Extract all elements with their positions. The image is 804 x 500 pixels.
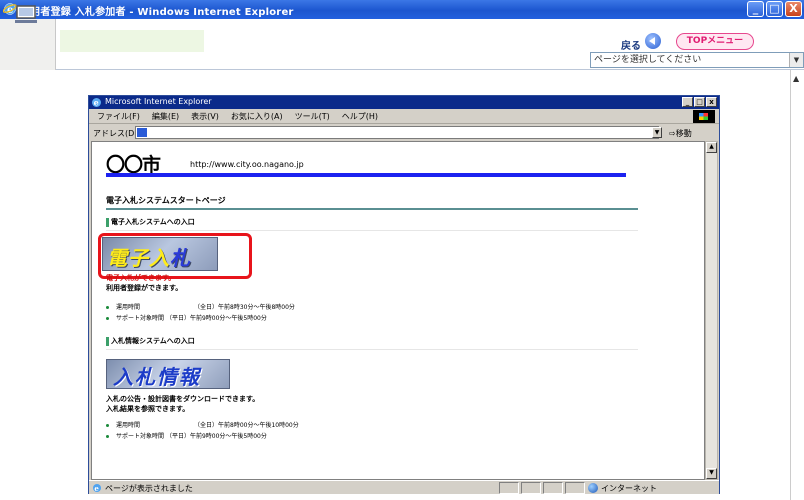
outer-scrollbar[interactable]: ▲ xyxy=(790,70,804,500)
address-bar: アドレス(D) ▼ ⇨移動 xyxy=(89,125,719,140)
e-bidding-hours-list: 運用時間 （全日）午前8時30分～午後8時00分 サポート対象時間 （平日）午前9… xyxy=(106,302,295,324)
bid-info-hours-list: 運用時間 （全日）午前8時00分～午後10時00分 サポート対象時間 （平日）午前… xyxy=(106,420,299,442)
inner-browser-window: e Microsoft Internet Explorer _ □ x ファイル… xyxy=(88,95,720,494)
section-marker xyxy=(106,336,109,346)
inner-menu-bar: ファイル(F) 編集(E) 表示(V) お気に入り(A) ツール(T) ヘルプ(H) xyxy=(89,109,719,124)
bid-info-banner-link[interactable]: 入札情報 xyxy=(106,359,230,389)
scroll-down-icon[interactable]: ▼ xyxy=(706,468,717,479)
monitor-icon xyxy=(15,5,37,23)
address-label: アドレス(D) xyxy=(93,129,138,138)
status-segment xyxy=(565,482,585,494)
section-title-text: 電子入札システムへの入口 xyxy=(111,218,195,226)
site-url: http://www.city.oo.nagano.jp xyxy=(190,160,304,169)
list-item: 運用時間 （全日）午前8時30分～午後8時00分 xyxy=(106,302,295,313)
page-icon xyxy=(137,128,147,137)
hours-value: （全日）午前8時30分～午後8時00分 xyxy=(194,304,295,311)
e-bidding-description-red: 電子入札ができます。 xyxy=(106,274,176,282)
status-segment xyxy=(499,482,519,494)
hours-label: 運用時間 xyxy=(116,422,141,429)
page-select-value: ページを選択してください xyxy=(594,55,702,65)
bullet-icon xyxy=(106,306,109,309)
inner-close-button[interactable]: x xyxy=(706,97,717,107)
section-divider xyxy=(106,349,638,350)
city-logo: 〇〇市 http://www.city.oo.nagano.jp xyxy=(106,150,304,176)
status-segment xyxy=(521,482,541,494)
e-bidding-description: 利用者登録ができます。 xyxy=(106,284,183,292)
menu-item[interactable]: ファイル(F) xyxy=(97,111,140,122)
section-title-e-bidding: 電子入札システムへの入口 xyxy=(106,217,195,227)
svg-text:e: e xyxy=(94,484,99,493)
bid-info-description-1: 入札の公告・設計図書をダウンロードできます。 xyxy=(106,395,260,403)
hours-label: サポート対象時間 xyxy=(116,433,165,440)
bullet-icon xyxy=(106,317,109,320)
inner-window-title: Microsoft Internet Explorer xyxy=(105,97,212,106)
window-title-bar[interactable]: e 利用者登録 入札参加者 - Windows Internet Explore… xyxy=(0,0,804,19)
zone-text: インターネット xyxy=(601,484,657,493)
go-button[interactable]: ⇨移動 xyxy=(669,128,692,139)
section-title-bid-info: 入札情報システムへの入口 xyxy=(106,336,195,346)
menu-item[interactable]: ツール(T) xyxy=(295,111,330,122)
back-label[interactable]: 戻る xyxy=(621,37,641,52)
bid-info-description-2: 入札結果を参照できます。 xyxy=(106,405,190,413)
menu-item[interactable]: 編集(E) xyxy=(152,111,179,122)
globe-icon xyxy=(588,483,598,493)
status-segment xyxy=(543,482,563,494)
bullet-icon xyxy=(106,424,109,427)
close-button[interactable]: X xyxy=(785,1,802,17)
inner-maximize-button[interactable]: □ xyxy=(694,97,705,107)
status-text: ページが表示されました xyxy=(105,484,193,493)
back-arrow-icon[interactable] xyxy=(645,33,661,49)
scroll-up-icon[interactable]: ▲ xyxy=(706,142,717,153)
inner-page-content: 〇〇市 http://www.city.oo.nagano.jp 電子入札システ… xyxy=(91,141,705,480)
internet-explorer-icon: e xyxy=(92,98,101,108)
bullet-icon xyxy=(106,435,109,438)
address-input[interactable] xyxy=(135,126,659,139)
info-area xyxy=(60,30,204,52)
top-menu-button[interactable]: TOPメニュー xyxy=(676,33,754,50)
status-bar: e ページが表示されました インターネット xyxy=(89,480,719,494)
inner-scrollbar[interactable]: ▲ ▼ xyxy=(705,141,718,480)
list-item: サポート対象時間 （平日）午前9時00分～午後5時00分 xyxy=(106,431,299,442)
section-title-text: 入札情報システムへの入口 xyxy=(111,337,195,345)
hours-value: （平日）午前9時00分～午後5時00分 xyxy=(165,315,267,322)
scroll-up-icon[interactable]: ▲ xyxy=(793,74,799,83)
list-item: サポート対象時間 （平日）午前9時00分～午後5時00分 xyxy=(106,313,295,324)
menu-item[interactable]: 表示(V) xyxy=(191,111,219,122)
maximize-button[interactable]: □ xyxy=(766,1,783,17)
hours-value: （全日）午前8時00分～午後10時00分 xyxy=(194,422,299,429)
inner-minimize-button[interactable]: _ xyxy=(682,97,693,107)
menu-item[interactable]: お気に入り(A) xyxy=(231,111,283,122)
windows-logo-icon xyxy=(693,110,715,123)
inner-title-bar: e Microsoft Internet Explorer _ □ x xyxy=(89,96,719,109)
page-heading: 電子入札システムスタートページ xyxy=(106,196,226,205)
page-done-icon: e xyxy=(93,484,101,493)
bid-info-banner-text: 入札情報 xyxy=(113,365,201,389)
minimize-button[interactable]: _ xyxy=(747,1,764,17)
window-title: 利用者登録 入札参加者 - Windows Internet Explorer xyxy=(20,7,294,18)
hours-label: サポート対象時間 xyxy=(116,315,165,322)
section-divider xyxy=(106,230,638,231)
outer-left-panel xyxy=(0,19,56,70)
address-dropdown-icon[interactable]: ▼ xyxy=(652,127,662,138)
page-select[interactable]: ページを選択してください ▼ xyxy=(590,52,804,68)
go-label: 移動 xyxy=(675,129,692,138)
hours-label: 運用時間 xyxy=(116,304,141,311)
logo-underline xyxy=(106,173,626,177)
list-item: 運用時間 （全日）午前8時00分～午後10時00分 xyxy=(106,420,299,431)
heading-divider xyxy=(106,208,638,210)
chevron-down-icon[interactable]: ▼ xyxy=(789,53,803,67)
section-marker xyxy=(106,217,109,227)
svg-text:e: e xyxy=(94,98,99,108)
hours-value: （平日）午前9時00分～午後5時00分 xyxy=(165,433,267,440)
menu-item[interactable]: ヘルプ(H) xyxy=(342,111,378,122)
